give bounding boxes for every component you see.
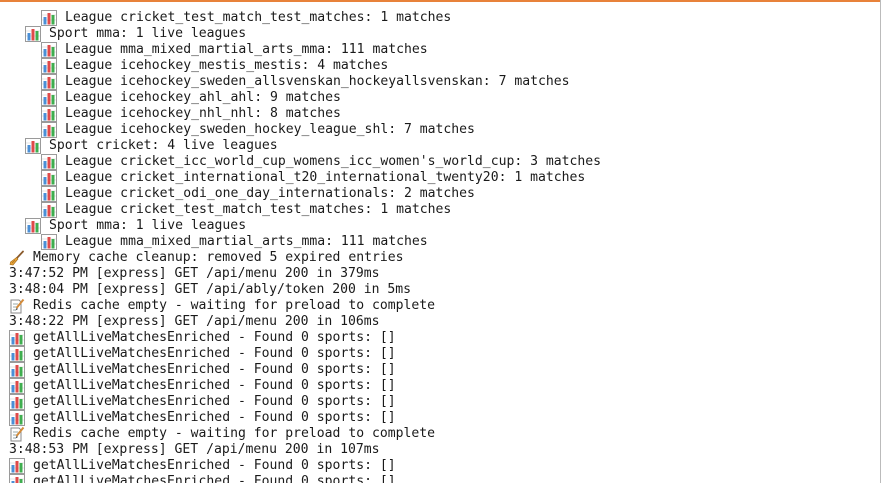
log-line: League icehockey_ahl_ahl: 9 matches [9,90,601,106]
log-line-text: League cricket_international_t20_interna… [65,170,586,185]
log-line: Redis cache empty - waiting for preload … [9,426,601,442]
log-line-text: getAllLiveMatchesEnriched - Found 0 spor… [33,378,396,393]
log-line: League icehockey_nhl_nhl: 8 matches [9,106,601,122]
bar-chart-icon [41,10,57,26]
log-line-text: Redis cache empty - waiting for preload … [33,426,436,441]
bar-chart-icon [41,58,57,74]
log-line: 3:48:22 PM [express] GET /api/menu 200 i… [9,314,601,330]
bar-chart-icon [41,122,57,138]
log-line-text: Redis cache empty - waiting for preload … [33,298,436,313]
log-line: getAllLiveMatchesEnriched - Found 0 spor… [9,346,601,362]
log-line-text: 3:48:04 PM [express] GET /api/ably/token… [9,282,412,297]
log-line: getAllLiveMatchesEnriched - Found 0 spor… [9,474,601,483]
bar-chart-icon [41,234,57,250]
bar-chart-icon [9,378,25,394]
log-line: Sport mma: 1 live leagues [9,218,601,234]
bar-chart-icon [41,154,57,170]
log-line-text: Sport cricket: 4 live leagues [49,138,278,153]
log-line: 3:48:04 PM [express] GET /api/ably/token… [9,282,601,298]
log-line-text: 3:47:52 PM [express] GET /api/menu 200 i… [9,266,380,281]
bar-chart-icon [41,170,57,186]
log-line-text: League cricket_test_match_test_matches: … [65,10,452,25]
log-line-text: League icehockey_sweden_hockey_league_sh… [65,122,475,137]
bar-chart-icon [9,330,25,346]
bar-chart-icon [25,26,41,42]
log-line: League cricket_icc_world_cup_womens_icc_… [9,154,601,170]
log-line-text: getAllLiveMatchesEnriched - Found 0 spor… [33,394,396,409]
bar-chart-icon [9,474,25,483]
log-lines: League cricket_test_match_test_matches: … [9,10,601,483]
log-line: League icehockey_sweden_allsvenskan_hock… [9,74,601,90]
log-line-text: League icehockey_ahl_ahl: 9 matches [65,90,341,105]
log-line-text: 3:48:53 PM [express] GET /api/menu 200 i… [9,442,380,457]
log-line-text: League icehockey_sweden_allsvenskan_hock… [65,74,570,89]
log-line-text: getAllLiveMatchesEnriched - Found 0 spor… [33,330,396,345]
log-line-text: League cricket_odi_one_day_international… [65,186,475,201]
log-line: Memory cache cleanup: removed 5 expired … [9,250,601,266]
log-line-text: getAllLiveMatchesEnriched - Found 0 spor… [33,346,396,361]
log-line: 3:47:52 PM [express] GET /api/menu 200 i… [9,266,601,282]
bar-chart-icon [9,410,25,426]
bar-chart-icon [9,458,25,474]
log-line: getAllLiveMatchesEnriched - Found 0 spor… [9,394,601,410]
log-line: League cricket_odi_one_day_international… [9,186,601,202]
log-line-text: getAllLiveMatchesEnriched - Found 0 spor… [33,410,396,425]
log-line: Sport mma: 1 live leagues [9,26,601,42]
log-line: League mma_mixed_martial_arts_mma: 111 m… [9,234,601,250]
log-line: Redis cache empty - waiting for preload … [9,298,601,314]
terminal-output[interactable]: League cricket_test_match_test_matches: … [0,0,881,483]
log-line: getAllLiveMatchesEnriched - Found 0 spor… [9,330,601,346]
bar-chart-icon [25,218,41,234]
bar-chart-icon [9,346,25,362]
broom-icon [9,250,25,266]
log-line-text: League icehockey_mestis_mestis: 4 matche… [65,58,389,73]
bar-chart-icon [41,74,57,90]
log-line-text: getAllLiveMatchesEnriched - Found 0 spor… [33,474,396,483]
log-line-text: League mma_mixed_martial_arts_mma: 111 m… [65,42,428,57]
log-line: getAllLiveMatchesEnriched - Found 0 spor… [9,458,601,474]
log-line: getAllLiveMatchesEnriched - Found 0 spor… [9,410,601,426]
log-line: getAllLiveMatchesEnriched - Found 0 spor… [9,362,601,378]
bar-chart-icon [25,138,41,154]
log-line: League icehockey_mestis_mestis: 4 matche… [9,58,601,74]
log-line: League mma_mixed_martial_arts_mma: 111 m… [9,42,601,58]
log-line: League icehockey_sweden_hockey_league_sh… [9,122,601,138]
log-line-text: 3:48:22 PM [express] GET /api/menu 200 i… [9,314,380,329]
log-line-text: League cricket_icc_world_cup_womens_icc_… [65,154,602,169]
bar-chart-icon [41,106,57,122]
window-top-border [0,0,881,2]
log-line: Sport cricket: 4 live leagues [9,138,601,154]
bar-chart-icon [41,202,57,218]
log-line-text: getAllLiveMatchesEnriched - Found 0 spor… [33,458,396,473]
log-line-text: Sport mma: 1 live leagues [49,218,247,233]
log-line-text: getAllLiveMatchesEnriched - Found 0 spor… [33,362,396,377]
log-line-text: League cricket_test_match_test_matches: … [65,202,452,217]
log-line: getAllLiveMatchesEnriched - Found 0 spor… [9,378,601,394]
memo-icon [9,426,25,442]
log-line: League cricket_test_match_test_matches: … [9,202,601,218]
log-line: 3:48:53 PM [express] GET /api/menu 200 i… [9,442,601,458]
bar-chart-icon [41,42,57,58]
log-line-text: League mma_mixed_martial_arts_mma: 111 m… [65,234,428,249]
bar-chart-icon [41,90,57,106]
log-line-text: Sport mma: 1 live leagues [49,26,247,41]
bar-chart-icon [9,394,25,410]
log-line-text: League icehockey_nhl_nhl: 8 matches [65,106,341,121]
log-line: League cricket_international_t20_interna… [9,170,601,186]
bar-chart-icon [41,186,57,202]
log-line: League cricket_test_match_test_matches: … [9,10,601,26]
log-line-text: Memory cache cleanup: removed 5 expired … [33,250,404,265]
bar-chart-icon [9,362,25,378]
memo-icon [9,298,25,314]
